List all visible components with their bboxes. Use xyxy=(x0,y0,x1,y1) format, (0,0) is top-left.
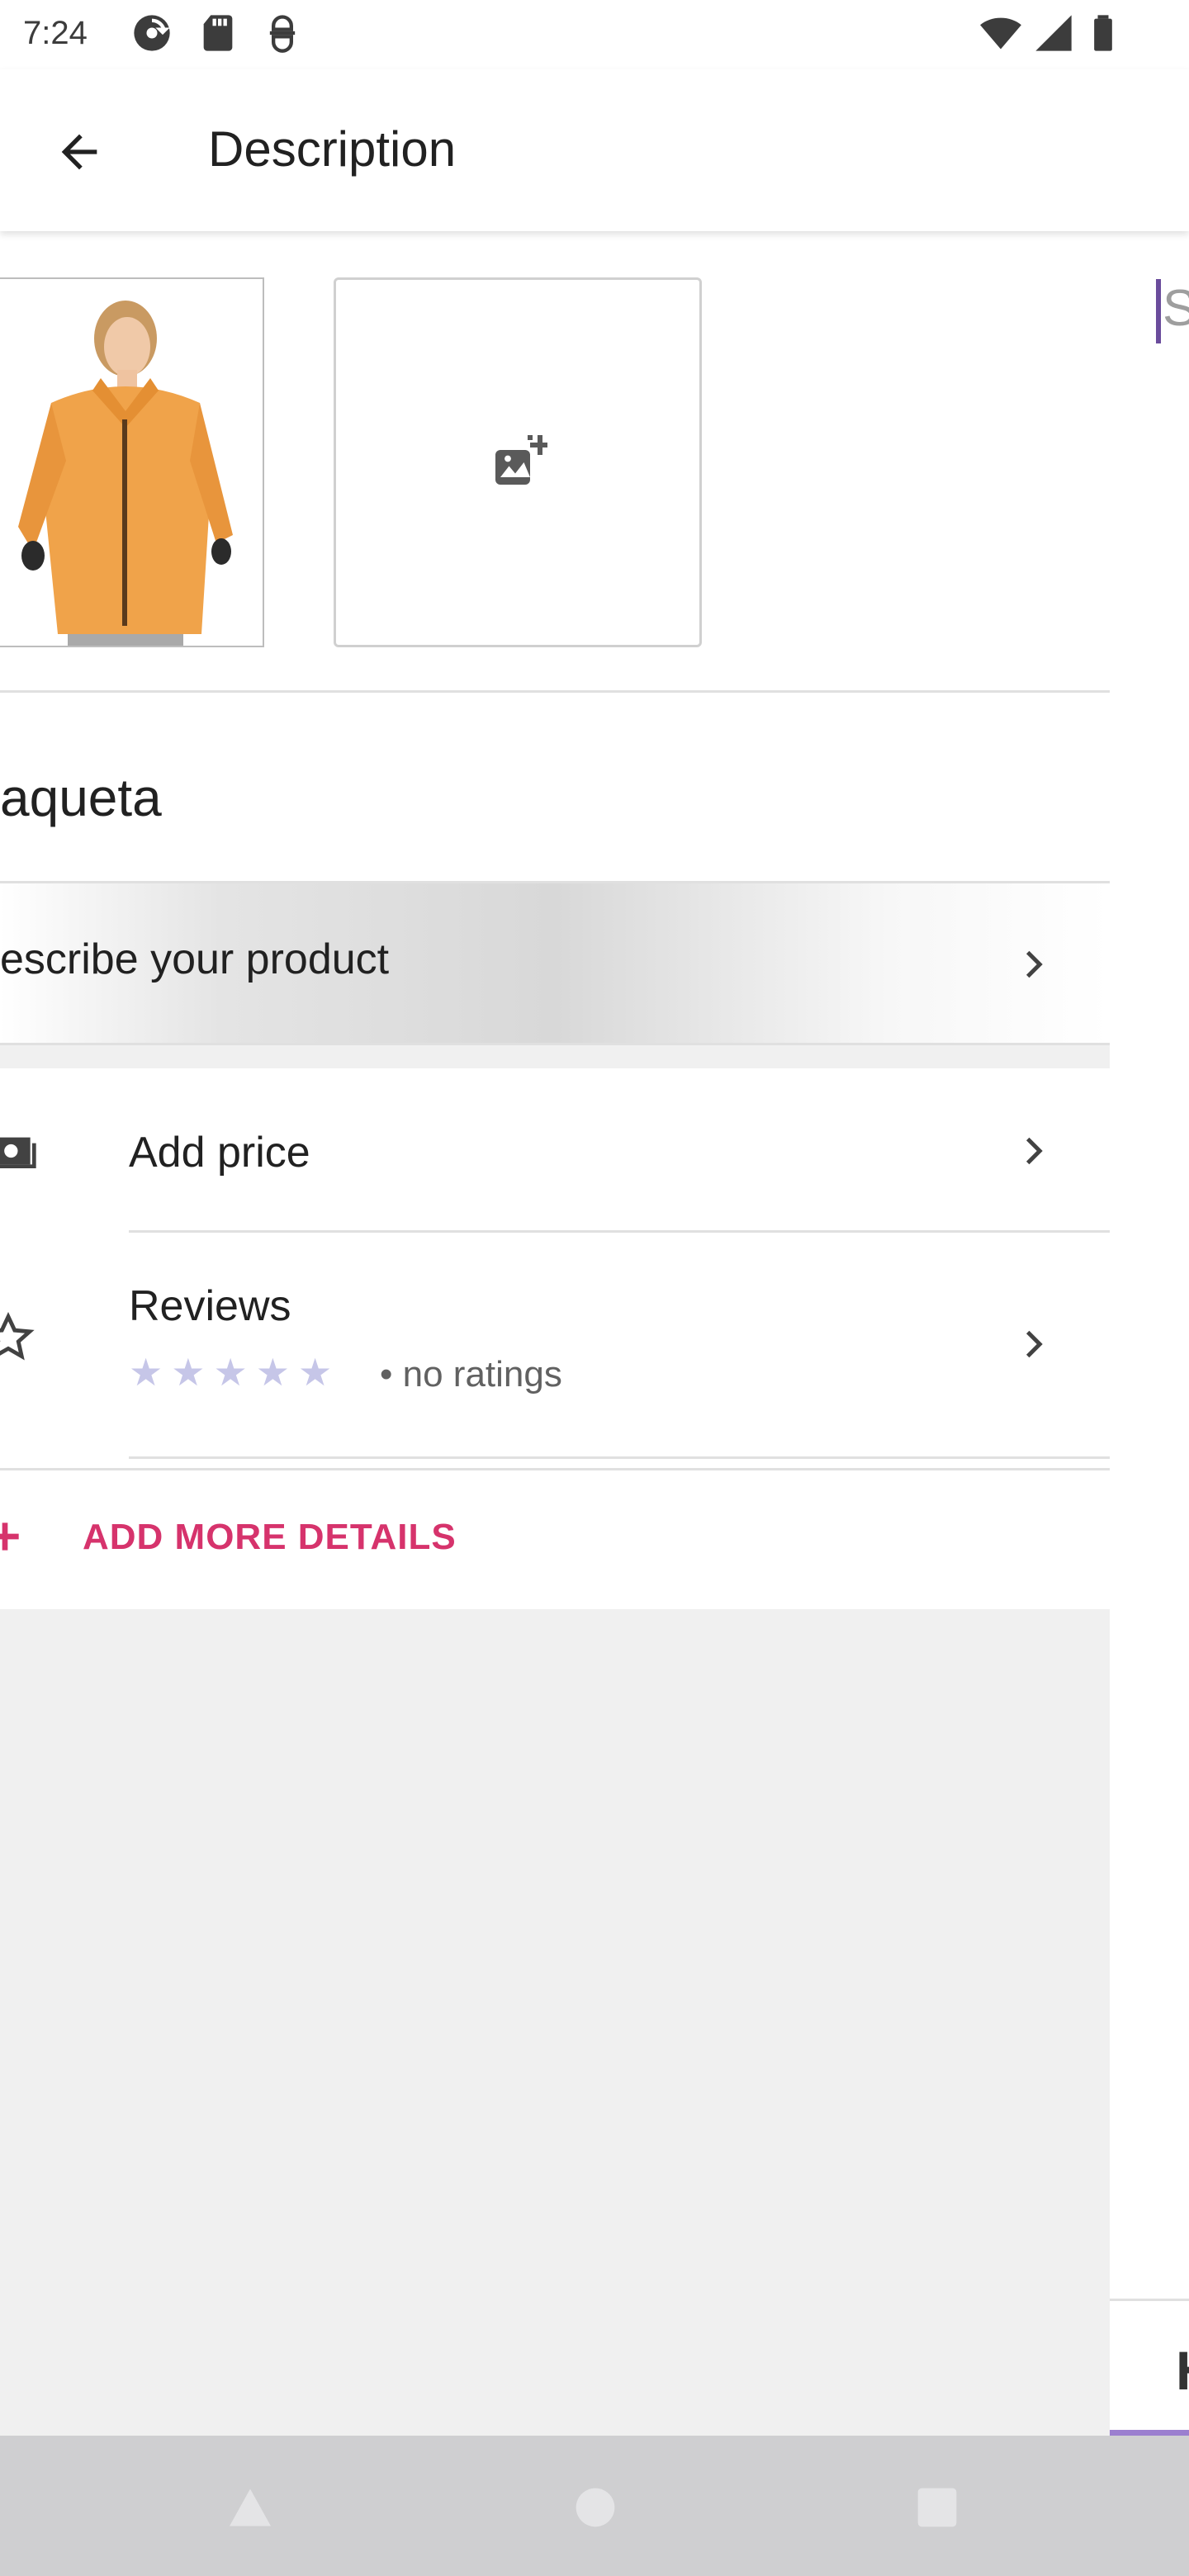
product-name-field[interactable]: aqueta xyxy=(0,690,1110,883)
home-circle-icon xyxy=(576,2488,615,2527)
rating-stars: ★ ★ ★ ★ ★ xyxy=(129,1349,332,1395)
sync-icon xyxy=(130,12,173,54)
navigation-bar xyxy=(0,2436,1189,2576)
star-icon: ★ xyxy=(298,1351,333,1394)
signal-icon xyxy=(1032,12,1075,54)
star-outline-icon xyxy=(0,1311,35,1364)
screen-record-icon xyxy=(261,12,304,54)
add-photo-button[interactable] xyxy=(334,277,702,647)
product-photo[interactable] xyxy=(0,277,264,647)
star-icon: ★ xyxy=(171,1351,206,1394)
photo-gallery xyxy=(0,231,1110,690)
battery-icon xyxy=(1082,12,1125,54)
chevron-right-icon xyxy=(1011,1126,1060,1176)
star-icon: ★ xyxy=(213,1351,248,1394)
wifi-icon xyxy=(979,12,1022,54)
add-price-row[interactable]: Add price xyxy=(0,1068,1110,1230)
product-edit-panel: aqueta escribe your product Add price Re… xyxy=(0,231,1110,2436)
divider xyxy=(129,1456,1110,1459)
recents-square-icon xyxy=(917,2488,957,2527)
product-details-section: Add price Reviews ★ ★ ★ ★ ★ • no ratings xyxy=(0,1068,1110,1470)
add-photo-icon xyxy=(495,435,547,485)
star-icon: ★ xyxy=(255,1351,290,1394)
nav-home-button[interactable] xyxy=(566,2479,624,2536)
chevron-right-icon xyxy=(1011,940,1060,989)
sd-card-icon xyxy=(197,12,239,54)
describe-product-label: escribe your product xyxy=(0,935,390,983)
product-name: aqueta xyxy=(0,768,162,827)
back-triangle-icon xyxy=(230,2488,271,2526)
orange-jacket-photo xyxy=(0,279,263,646)
money-icon xyxy=(0,1128,38,1174)
back-button[interactable] xyxy=(46,119,112,185)
status-time: 7:24 xyxy=(23,15,88,51)
add-price-label: Add price xyxy=(129,1129,310,1177)
side-panel-text[interactable]: St xyxy=(1163,279,1189,338)
star-icon: ★ xyxy=(129,1351,163,1394)
reviews-label: Reviews xyxy=(129,1282,291,1330)
plus-icon xyxy=(0,1520,21,1553)
page-title: Description xyxy=(208,121,457,177)
ratings-count: • no ratings xyxy=(380,1354,562,1395)
app-bar: Description xyxy=(0,69,1189,231)
nav-recents-button[interactable] xyxy=(908,2479,966,2536)
text-cursor xyxy=(1156,279,1161,343)
divider xyxy=(129,1230,1110,1233)
side-panel: St H xyxy=(1110,231,1189,2436)
arrow-back-icon xyxy=(61,134,97,170)
nav-back-button[interactable] xyxy=(221,2479,279,2536)
chevron-right-icon xyxy=(1011,1319,1060,1369)
side-panel-tab-label: H xyxy=(1176,2339,1189,2402)
tab-indicator xyxy=(1110,2430,1189,2436)
describe-product-row[interactable]: escribe your product xyxy=(0,883,1110,1045)
add-more-details-button[interactable]: ADD MORE DETAILS xyxy=(0,1470,1110,1609)
side-panel-tab[interactable]: H xyxy=(1110,2299,1189,2436)
reviews-row[interactable]: Reviews ★ ★ ★ ★ ★ • no ratings xyxy=(0,1234,1110,1456)
add-more-details-label: ADD MORE DETAILS xyxy=(83,1517,457,1557)
status-bar: 7:24 xyxy=(0,0,1189,69)
